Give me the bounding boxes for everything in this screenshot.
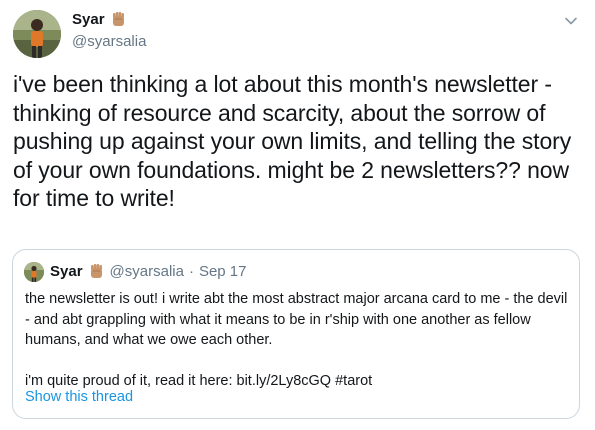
author-handle[interactable]: @syarsalia xyxy=(72,33,146,50)
quoted-date[interactable]: Sep 17 xyxy=(199,263,247,280)
quoted-paragraph: i'm quite proud of it, read it here: bit… xyxy=(25,372,373,389)
raised-fist-emoji-icon xyxy=(88,263,105,280)
quoted-tweet[interactable]: Syar @syarsalia · Sep 17 the newsletter … xyxy=(12,249,580,419)
quoted-paragraph: the newsletter is out! i write abt the m… xyxy=(25,291,568,348)
chevron-down-icon[interactable] xyxy=(562,12,580,30)
quoted-avatar xyxy=(24,262,44,282)
quoted-text: the newsletter is out! i write abt the m… xyxy=(25,289,575,391)
tweet-card: Syar @syarsalia i've been thinking a lot… xyxy=(0,0,595,430)
show-thread-link[interactable]: Show this thread xyxy=(25,389,133,405)
raised-fist-emoji-icon xyxy=(110,11,127,28)
quoted-header: Syar @syarsalia · Sep 17 xyxy=(50,263,247,280)
avatar[interactable] xyxy=(13,10,61,58)
quoted-handle: @syarsalia xyxy=(109,263,184,280)
author-name-row: Syar xyxy=(72,11,127,28)
separator-dot: · xyxy=(188,263,194,280)
author-display-name[interactable]: Syar xyxy=(72,11,105,28)
quoted-display-name: Syar xyxy=(50,263,83,280)
tweet-text: i've been thinking a lot about this mont… xyxy=(13,71,572,211)
